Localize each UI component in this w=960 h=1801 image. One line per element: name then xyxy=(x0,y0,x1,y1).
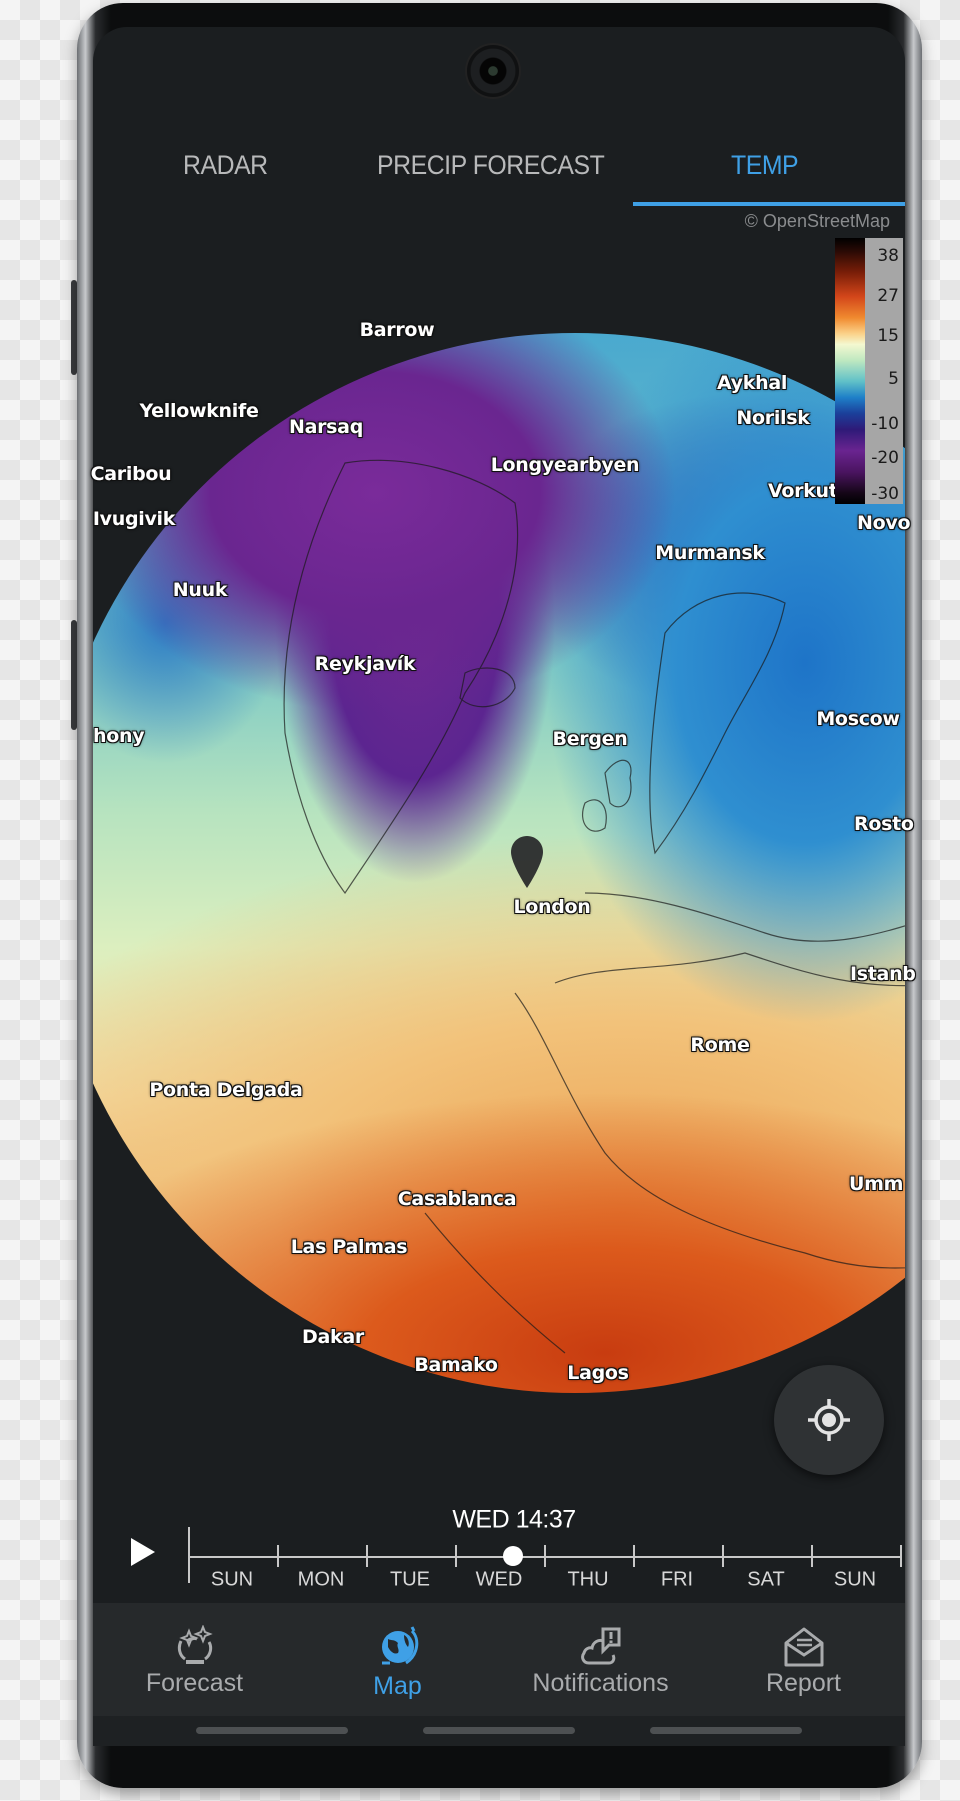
timeline-scrubber[interactable]: SUN MON TUE WED THU FRI SAT SUN xyxy=(188,1527,904,1591)
timeline-day-label[interactable]: THU xyxy=(567,1569,608,1592)
gesture-handle[interactable] xyxy=(196,1727,348,1734)
nav-forecast-label: Forecast xyxy=(145,1669,244,1697)
city-label[interactable]: Yellowknife xyxy=(139,400,258,422)
city-label[interactable]: Caribou xyxy=(91,463,172,485)
temperature-legend: 38 27 15 5 -10 -20 -30 xyxy=(835,238,903,504)
front-camera xyxy=(467,45,519,97)
timeline-tick xyxy=(455,1545,457,1567)
timeline-day-label[interactable]: SUN xyxy=(211,1569,253,1592)
legend-color-scale xyxy=(835,238,865,504)
timeline-day-label[interactable]: WED xyxy=(476,1569,523,1592)
timeline-day-label[interactable]: SUN xyxy=(834,1569,876,1592)
legend-label: -10 xyxy=(871,414,899,434)
city-label[interactable]: Norilsk xyxy=(736,407,810,429)
legend-label: 15 xyxy=(877,326,899,346)
timeline-tick xyxy=(366,1545,368,1567)
timeline-tick xyxy=(544,1545,546,1567)
city-label[interactable]: Dakar xyxy=(302,1326,364,1348)
city-label[interactable]: Ivugivik xyxy=(93,508,176,530)
city-label[interactable]: Moscow xyxy=(816,708,900,730)
timeline-tick xyxy=(722,1545,724,1567)
nav-forecast[interactable]: Forecast xyxy=(93,1603,296,1716)
legend-labels: 38 27 15 5 -10 -20 -30 xyxy=(865,238,903,504)
city-label[interactable]: Barrow xyxy=(360,319,435,341)
city-label[interactable]: Las Palmas xyxy=(291,1236,408,1258)
cloud-alert-icon xyxy=(580,1627,620,1665)
nav-map-label: Map xyxy=(373,1672,422,1700)
city-label[interactable]: Reykjavík xyxy=(315,653,416,675)
city-label[interactable]: Lagos xyxy=(567,1362,629,1384)
gesture-handle[interactable] xyxy=(650,1727,802,1734)
timeline-day-label[interactable]: SAT xyxy=(747,1569,784,1592)
system-gesture-bar xyxy=(93,1716,905,1746)
nav-map[interactable]: Map xyxy=(296,1603,499,1716)
city-label[interactable]: Bergen xyxy=(553,728,628,750)
location-pin-icon[interactable] xyxy=(511,836,543,888)
map-attribution[interactable]: © OpenStreetMap xyxy=(745,211,890,232)
nav-report[interactable]: Report xyxy=(702,1603,905,1716)
nav-report-label: Report xyxy=(765,1669,842,1697)
timeline-day-label[interactable]: TUE xyxy=(390,1569,430,1592)
globe-icon xyxy=(381,1626,418,1665)
city-label[interactable]: Casablanca xyxy=(398,1188,517,1210)
tab-temp[interactable]: TEMP xyxy=(731,150,799,181)
legend-label: 5 xyxy=(888,369,899,389)
play-icon[interactable] xyxy=(131,1538,155,1566)
timeline-tick xyxy=(277,1545,279,1567)
timeline-handle[interactable] xyxy=(502,1546,523,1566)
city-label[interactable]: Rome xyxy=(690,1034,749,1056)
timeline-start-marker xyxy=(188,1527,190,1583)
gesture-handle[interactable] xyxy=(423,1727,575,1734)
envelope-icon xyxy=(784,1627,823,1667)
city-label[interactable]: Narsaq xyxy=(289,416,363,438)
city-label[interactable]: Novo xyxy=(857,512,911,534)
city-label[interactable]: Rosto xyxy=(854,813,914,835)
crystal-ball-icon xyxy=(177,1625,213,1664)
timeline-tick xyxy=(811,1545,813,1567)
my-location-icon xyxy=(808,1399,850,1441)
city-label[interactable]: hony xyxy=(93,725,145,747)
city-label[interactable]: Nuuk xyxy=(173,579,228,601)
tab-precip-forecast[interactable]: PRECIP FORECAST xyxy=(377,150,605,181)
city-label[interactable]: Bamako xyxy=(414,1354,498,1376)
legend-label: 27 xyxy=(877,286,899,306)
timeline-tick xyxy=(633,1545,635,1567)
timeline-day-label[interactable]: MON xyxy=(298,1569,345,1592)
bottom-navigation: Forecast Map Notifications Report xyxy=(93,1603,905,1716)
nav-notifications[interactable]: Notifications xyxy=(499,1603,702,1716)
nav-notifications-label: Notifications xyxy=(532,1669,669,1697)
city-label[interactable]: Murmansk xyxy=(655,542,765,564)
tab-radar[interactable]: RADAR xyxy=(183,150,268,181)
active-tab-indicator xyxy=(633,202,905,206)
my-location-button[interactable] xyxy=(774,1365,884,1475)
city-label[interactable]: Ponta Delgada xyxy=(149,1079,302,1101)
city-label[interactable]: Longyearbyen xyxy=(491,454,640,476)
city-label[interactable]: Aykhal xyxy=(717,372,787,394)
city-label[interactable]: Umm xyxy=(849,1173,903,1195)
legend-label: -30 xyxy=(871,484,899,504)
legend-label: 38 xyxy=(877,246,899,266)
legend-label: -20 xyxy=(871,448,899,468)
city-label-selected[interactable]: London xyxy=(513,896,590,918)
city-label[interactable]: Istanb xyxy=(850,963,916,985)
timeline-tick xyxy=(900,1545,902,1567)
timeline-day-label[interactable]: FRI xyxy=(661,1569,693,1592)
